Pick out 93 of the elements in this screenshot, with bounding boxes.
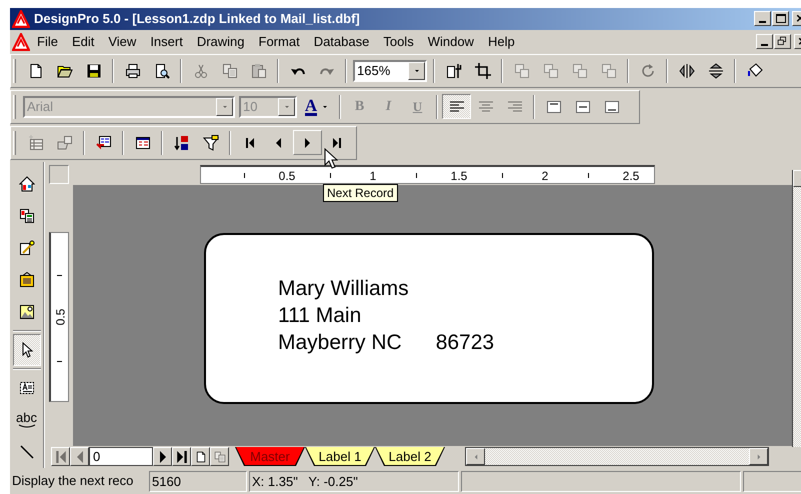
label-type: 5160 <box>149 470 247 492</box>
flip-vertical-icon <box>708 62 724 79</box>
picture-icon <box>18 304 34 320</box>
address-label[interactable]: Mary Williams 111 Main Mayberry NC 86723 <box>204 232 654 404</box>
middle-align-icon <box>574 98 590 115</box>
layers-icon <box>572 62 588 79</box>
previous-record-icon <box>276 138 281 148</box>
ruler-label: 1 <box>370 168 376 183</box>
next-record-button[interactable] <box>153 447 172 466</box>
preview-icon <box>154 62 170 79</box>
menu-item[interactable]: Window <box>420 32 481 52</box>
ruler-label: 1.5 <box>450 168 468 183</box>
status-panel <box>743 470 801 492</box>
framed-picture-icon <box>18 272 34 288</box>
menu-item[interactable]: Help <box>480 32 522 52</box>
table-add-icon <box>28 134 44 151</box>
ruler-label: 2.5 <box>622 168 640 183</box>
ruler-label: 2 <box>542 168 548 183</box>
document-logo-icon <box>12 32 30 51</box>
sort-icon <box>174 134 190 151</box>
top-align-icon <box>546 98 562 115</box>
tooltip: Next Record <box>323 184 398 202</box>
window-title: DesignPro 5.0 - [Lesson1.zdp Linked to Mail_list.dbf] <box>34 11 361 26</box>
logo-icon <box>12 10 30 28</box>
printer-icon <box>124 62 140 79</box>
last-record-icon <box>332 138 340 148</box>
text-frame-icon <box>18 380 34 396</box>
page-tab[interactable]: Label 1 <box>305 447 375 466</box>
align-left-button[interactable] <box>442 94 471 120</box>
minimize-icon <box>759 21 766 24</box>
crop-icon <box>474 62 490 79</box>
menu-item[interactable]: Tools <box>376 32 421 52</box>
menu-item[interactable]: Drawing <box>190 32 252 52</box>
line-icon <box>18 444 34 460</box>
record-icon <box>96 134 112 151</box>
cursor-position: X: 1.35" Y: -0.25" <box>249 470 459 492</box>
last-record-icon <box>176 450 188 463</box>
first-record-icon <box>246 138 254 148</box>
label-text: Mayberry NC <box>278 330 402 356</box>
page-tab[interactable]: Label 2 <box>375 447 445 466</box>
horizontal-scrollbar[interactable] <box>465 447 769 466</box>
menu-item[interactable]: Edit <box>64 32 102 52</box>
minimize-button[interactable] <box>756 34 773 50</box>
table-icon <box>134 134 150 151</box>
pointer-button[interactable] <box>12 334 40 366</box>
layers-icon <box>600 62 616 79</box>
status-message: Display the next reco <box>11 472 134 490</box>
restore-button[interactable] <box>774 34 791 50</box>
menu-item[interactable]: Format <box>252 32 307 52</box>
paint-bucket-icon <box>746 62 762 79</box>
ruler-label: 0.5 <box>53 308 68 325</box>
menu-item[interactable]: File <box>30 32 65 52</box>
pages-icon <box>214 450 226 463</box>
page-icon <box>28 62 44 79</box>
layout-icon <box>18 208 34 224</box>
menu-item[interactable]: Database <box>306 32 376 52</box>
rotate-icon <box>640 62 656 79</box>
house-icon <box>18 176 34 192</box>
page-icon <box>194 450 206 463</box>
zoom-dropdown[interactable]: 165% <box>353 60 427 82</box>
restore-icon <box>776 36 788 48</box>
folder-table-icon <box>56 134 72 151</box>
floppy-icon <box>86 62 102 79</box>
maximize-button[interactable] <box>772 11 789 26</box>
maximize-icon <box>776 14 786 24</box>
last-record-button[interactable] <box>172 447 191 466</box>
flip-horizontal-icon <box>678 62 694 79</box>
first-record-icon <box>54 450 66 463</box>
next-record-icon <box>305 138 310 148</box>
scissors-icon <box>192 62 208 79</box>
wand-icon <box>18 240 34 256</box>
menu-item[interactable]: Insert <box>143 32 190 52</box>
font-color-button[interactable]: A <box>299 94 335 120</box>
copy-icon <box>222 62 238 79</box>
minimize-icon <box>761 44 768 46</box>
next-record-button[interactable] <box>293 130 322 156</box>
filter-icon <box>202 134 218 151</box>
menu-item[interactable]: View <box>101 32 144 52</box>
bottom-align-icon <box>604 98 620 115</box>
layers-icon <box>542 62 558 79</box>
arc-text-button[interactable]: abc <box>12 404 40 436</box>
arc-icon <box>18 424 36 428</box>
label-text: Mary Williams <box>278 276 409 302</box>
page-button[interactable] <box>191 447 210 466</box>
label-text: 111 Main <box>278 302 362 329</box>
clipboard-icon <box>250 62 266 79</box>
tool-icon <box>446 62 462 79</box>
ruler-corner <box>49 164 69 184</box>
label-text: 86723 <box>436 330 494 356</box>
record-field[interactable]: 0 <box>89 447 153 466</box>
layers-icon <box>514 62 530 79</box>
ruler-label: 0.5 <box>278 168 296 183</box>
minimize-button[interactable] <box>754 11 771 26</box>
